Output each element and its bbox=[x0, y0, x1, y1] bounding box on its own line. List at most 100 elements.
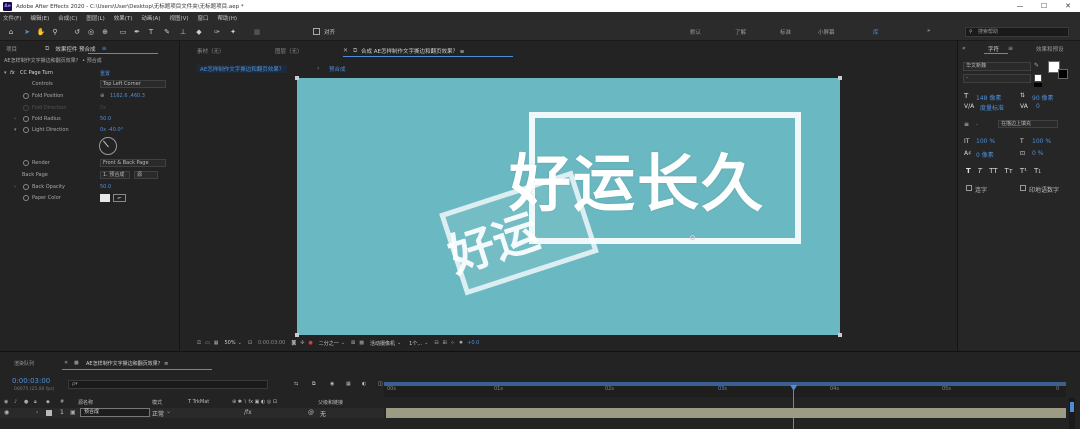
brush-tool-icon[interactable]: ✎ bbox=[162, 27, 172, 37]
chevron-down-icon[interactable]: ⌄ bbox=[238, 340, 242, 346]
rotate-tool-icon[interactable]: ↺ bbox=[72, 27, 82, 37]
stopwatch-icon[interactable] bbox=[23, 116, 29, 122]
draft-3d-icon[interactable]: ⧉ bbox=[312, 381, 316, 387]
workspace-more-button[interactable]: » bbox=[927, 28, 930, 34]
workspace-default[interactable]: 默认 bbox=[690, 28, 701, 36]
render-dropdown[interactable]: Front & Back Page bbox=[100, 159, 166, 167]
effect-name[interactable]: CC Page Turn bbox=[20, 70, 53, 76]
tab-timeline-comp[interactable]: AE怎样制作文字撕边和翻页效果？ ≡ bbox=[86, 360, 168, 367]
fx-toggle[interactable]: fx bbox=[10, 70, 15, 76]
layer-mode-dropdown[interactable]: 正常 bbox=[152, 409, 164, 418]
panel-menu-icon[interactable]: ≡ bbox=[102, 45, 107, 52]
exposure-value[interactable]: +0.0 bbox=[467, 340, 479, 346]
shy-layers-icon[interactable]: ◉ bbox=[330, 381, 334, 387]
workspace-small-screen[interactable]: 小屏幕 bbox=[818, 28, 835, 36]
zoom-tool-icon[interactable]: ⚲ bbox=[50, 27, 60, 37]
scrollbar-thumb[interactable] bbox=[1070, 402, 1074, 412]
composition-canvas[interactable]: 好运长久 好运长久 bbox=[297, 78, 840, 335]
workspace-standard[interactable]: 标准 bbox=[780, 28, 791, 36]
preview-icon[interactable]: ⎚ bbox=[197, 340, 201, 346]
swatch-white[interactable] bbox=[1034, 74, 1042, 82]
stroke-mode-dropdown[interactable]: 在描边上填充 bbox=[998, 120, 1058, 128]
faux-bold-button[interactable]: T bbox=[966, 167, 971, 175]
fx-switch-icon[interactable]: /fx bbox=[244, 409, 252, 416]
canvas-handle[interactable] bbox=[295, 76, 299, 80]
font-size-value[interactable]: 148 像素 bbox=[976, 93, 1001, 102]
expand-triangle-icon[interactable]: ▾ bbox=[14, 127, 17, 133]
timeline-search-input[interactable]: ρ▾ bbox=[68, 380, 268, 389]
timeline-timecode[interactable]: 0:00:03:00 bbox=[12, 377, 50, 385]
views-dropdown[interactable]: 1个... bbox=[409, 340, 422, 347]
stroke-color-swatch[interactable] bbox=[1058, 69, 1068, 79]
tsume-value[interactable]: 0 % bbox=[1032, 150, 1043, 157]
fast-preview-icon[interactable]: ⊞ bbox=[443, 340, 447, 346]
hand-tool-icon[interactable]: ✋ bbox=[36, 27, 46, 37]
back-page-layer-dropdown[interactable]: 1. 预合成 bbox=[100, 171, 130, 179]
eyedropper-icon[interactable]: ⟜ bbox=[113, 194, 126, 202]
hindi-digits-checkbox[interactable] bbox=[1020, 185, 1026, 191]
menu-file[interactable]: 文件(F) bbox=[3, 14, 21, 22]
lock-icon[interactable]: ⧉ bbox=[45, 45, 49, 53]
tab-render-queue[interactable]: 渲染队列 bbox=[14, 360, 34, 367]
transparency-grid-icon[interactable]: ▩ bbox=[359, 340, 364, 346]
stopwatch-icon[interactable] bbox=[23, 105, 29, 111]
pan-behind-tool-icon[interactable]: ⊕ bbox=[100, 27, 110, 37]
search-help-input[interactable]: ⚲ 搜索帮助 bbox=[965, 27, 1069, 37]
menu-edit[interactable]: 编辑(E) bbox=[30, 14, 49, 22]
close-tab-icon[interactable]: ✕ bbox=[64, 360, 68, 366]
close-tab-icon[interactable]: ✕ bbox=[343, 47, 348, 54]
workspace-learn[interactable]: 了解 bbox=[735, 28, 746, 36]
menu-help[interactable]: 帮助(H) bbox=[218, 14, 237, 22]
ligatures-checkbox[interactable] bbox=[966, 185, 972, 191]
expand-triangle-icon[interactable]: › bbox=[14, 116, 16, 122]
panel-collapse-icon[interactable]: « bbox=[962, 45, 966, 52]
menu-layer[interactable]: 图层(L) bbox=[86, 14, 104, 22]
tab-layer[interactable]: 图层（无） bbox=[275, 47, 303, 55]
timeline-scrollbar[interactable] bbox=[1069, 398, 1075, 429]
panel-menu-icon[interactable]: ≡ bbox=[1008, 45, 1013, 52]
menu-view[interactable]: 视图(V) bbox=[169, 14, 188, 22]
tab-effect-controls[interactable]: 效果控件 预合成 bbox=[55, 45, 95, 53]
roto-brush-tool-icon[interactable]: ✑ bbox=[212, 27, 222, 37]
workspace-library[interactable]: 库 bbox=[873, 28, 879, 36]
composition-mini-flowchart-icon[interactable]: ⇆ bbox=[294, 381, 298, 387]
fold-position-handle[interactable] bbox=[690, 235, 695, 240]
stopwatch-icon[interactable] bbox=[23, 127, 29, 133]
baseline-value[interactable]: 0 像素 bbox=[976, 150, 994, 159]
menu-composition[interactable]: 合成(C) bbox=[58, 14, 77, 22]
superscript-button[interactable]: T¹ bbox=[1020, 167, 1027, 175]
minimize-icon[interactable]: — bbox=[1008, 0, 1032, 12]
roi-icon[interactable]: ⊠ bbox=[351, 340, 355, 346]
layer-label-color[interactable] bbox=[46, 410, 52, 416]
reset-exposure-icon[interactable]: ✸ bbox=[459, 340, 463, 346]
maximize-icon[interactable]: ☐ bbox=[1032, 0, 1056, 12]
selection-tool-icon[interactable]: ➤ bbox=[22, 27, 32, 37]
stroke-width-value[interactable]: - bbox=[976, 121, 978, 128]
comp-nav-child[interactable]: 预合成 bbox=[329, 65, 346, 73]
parent-pickwhip-icon[interactable]: @ bbox=[308, 409, 314, 416]
column-parent[interactable]: 父级和链接 bbox=[318, 399, 343, 406]
prop-value[interactable]: 0x -40.0° bbox=[100, 127, 123, 133]
controls-dropdown[interactable]: Top Left Corner bbox=[100, 80, 166, 88]
column-mode[interactable]: 模式 bbox=[152, 399, 162, 406]
clone-stamp-tool-icon[interactable]: ⊥ bbox=[178, 27, 188, 37]
eraser-tool-icon[interactable]: ◆ bbox=[194, 27, 204, 37]
column-source-name[interactable]: 源名称 bbox=[78, 399, 93, 406]
camera-snapshot-icon[interactable]: ◙ bbox=[291, 340, 296, 346]
horizontal-scale-value[interactable]: 100 % bbox=[1032, 138, 1051, 145]
flowchart-icon[interactable]: ⊹ bbox=[451, 340, 455, 346]
layer-duration-bar[interactable] bbox=[386, 408, 1066, 418]
lock-icon[interactable]: ⧉ bbox=[353, 47, 357, 55]
parent-dropdown[interactable]: 无 bbox=[320, 409, 326, 418]
prop-value[interactable]: 50.0 bbox=[100, 184, 111, 190]
chevron-down-icon[interactable]: ⌄ bbox=[341, 340, 345, 346]
graph-editor-icon[interactable]: ◫ bbox=[378, 381, 383, 387]
position-target-icon[interactable]: ⊕ bbox=[100, 93, 104, 99]
reset-link[interactable]: 重置 bbox=[100, 70, 110, 77]
font-family-dropdown[interactable]: 华文新魏 bbox=[963, 62, 1031, 71]
prop-value[interactable]: 50.0 bbox=[100, 116, 111, 122]
timeline-layer-row[interactable]: ◉ › 1 ▣ 预合成 正常 ⌄ /fx @ 无 bbox=[0, 408, 384, 418]
menu-effect[interactable]: 效果(T) bbox=[114, 14, 133, 22]
puppet-tool-icon[interactable]: ✦ bbox=[228, 27, 238, 37]
home-icon[interactable]: ⌂ bbox=[6, 27, 16, 37]
